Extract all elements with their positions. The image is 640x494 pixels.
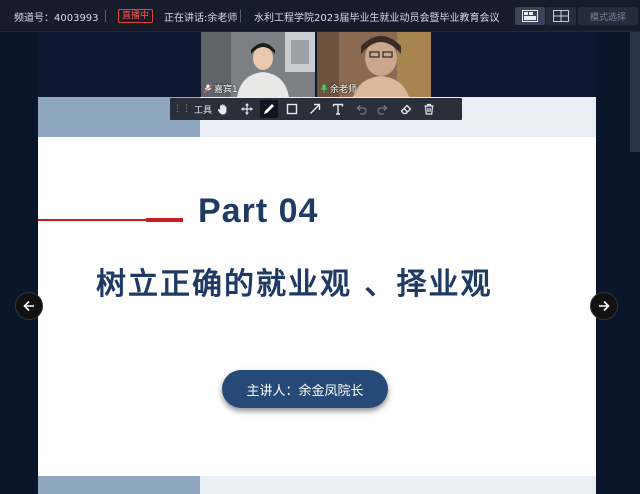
text-tool-button[interactable]: [329, 100, 347, 118]
video-tile-speaker[interactable]: 余老师: [317, 32, 431, 97]
layout-grid-button[interactable]: [546, 7, 576, 25]
hand-tool-button[interactable]: [214, 100, 232, 118]
layout-grid-icon: [553, 10, 569, 22]
redo-icon: [377, 105, 388, 115]
participant-name: 余老师: [330, 85, 358, 95]
video-label-speaker: 余老师: [320, 82, 357, 95]
arrow-right-icon: [599, 300, 610, 312]
divider: [240, 0, 241, 32]
divider: [105, 0, 106, 32]
arrow-left-icon: [23, 300, 34, 312]
current-speaker: 正在讲话:余老师: [164, 12, 238, 24]
left-margin: [0, 32, 38, 494]
previous-slide-button[interactable]: [15, 292, 43, 320]
undo-icon: [356, 105, 367, 115]
top-bar: 频道号：4003993 直播中 正在讲话:余老师 水利工程学院2023届毕业生就…: [0, 0, 640, 32]
rectangle-tool-button[interactable]: [283, 100, 301, 118]
eraser-icon: [400, 104, 412, 115]
channel-number: 频道号：4003993: [14, 12, 99, 24]
layout-speaker-icon: [522, 10, 538, 22]
pen-tool-button[interactable]: [260, 100, 278, 118]
live-badge: 直播中: [118, 9, 154, 23]
next-slide-button[interactable]: [590, 292, 618, 320]
layout-speaker-button[interactable]: [515, 7, 545, 25]
toolbar-title: 工具: [194, 105, 213, 116]
slide-main-title: 树立正确的就业观 、择业观: [96, 267, 493, 302]
red-accent-bar: [146, 218, 183, 222]
mic-muted-icon: [204, 84, 212, 93]
move-icon: [241, 103, 253, 115]
rectangle-icon: [286, 103, 298, 115]
arrow-tool-button[interactable]: [306, 100, 324, 118]
slide-bottom-band: [38, 476, 596, 494]
slide-band-accent: [38, 476, 200, 494]
pen-icon: [264, 104, 274, 114]
meeting-title: 水利工程学院2023届毕业生就业动员会暨毕业教育会议: [254, 12, 500, 24]
mode-select-button[interactable]: 模式选择: [578, 7, 638, 25]
toolbar-label: ⋮⋮ 工具: [173, 98, 212, 120]
presenter-pill: 主讲人：余金凤院长: [222, 370, 388, 408]
video-label-guest: 嘉宾1: [204, 82, 238, 95]
presentation-slide: Part 04 树立正确的就业观 、择业观 主讲人：余金凤院长: [38, 97, 596, 494]
undo-button[interactable]: [352, 100, 370, 118]
redo-button[interactable]: [374, 100, 392, 118]
annotation-toolbar: ⋮⋮ 工具: [170, 98, 462, 120]
drag-handle-icon[interactable]: ⋮⋮: [173, 104, 191, 114]
video-tile-guest[interactable]: 嘉宾1: [201, 32, 315, 97]
slide-part-title: Part 04: [198, 192, 319, 230]
eraser-tool-button[interactable]: [397, 100, 415, 118]
text-icon: [332, 103, 344, 115]
red-accent-line: [38, 219, 148, 221]
hand-icon: [217, 104, 227, 115]
participant-name: 嘉宾1: [214, 85, 238, 95]
move-tool-button[interactable]: [238, 100, 256, 118]
clear-all-button[interactable]: [420, 100, 438, 118]
mic-active-icon: [320, 84, 328, 93]
trash-icon: [424, 103, 434, 115]
arrow-icon: [310, 103, 321, 114]
right-edge-panel: [630, 32, 640, 152]
